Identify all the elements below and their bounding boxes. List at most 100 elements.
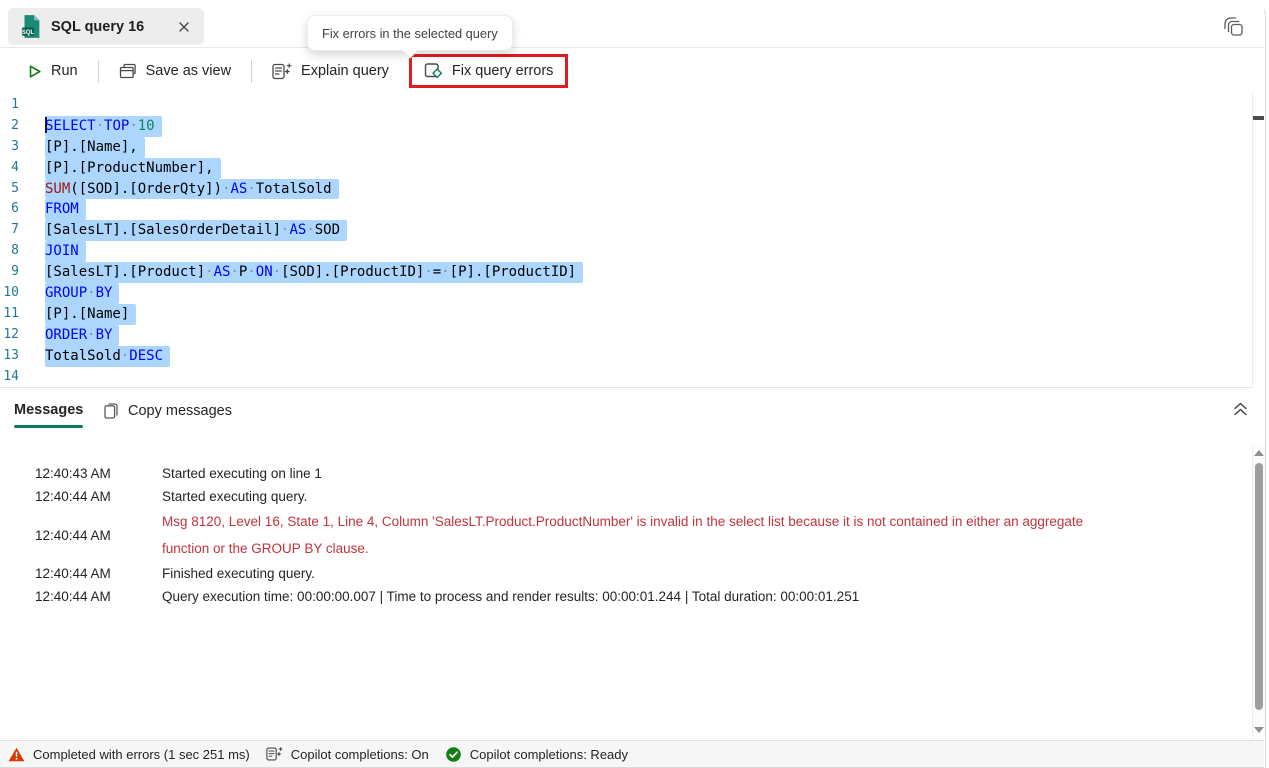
code-line-content[interactable]: [SalesLT].[SalesOrderDetail]·AS·SOD <box>45 220 348 242</box>
status-copilot-ready: Copilot completions: Ready <box>445 746 628 763</box>
message-timestamp: 12:40:44 AM <box>35 566 111 581</box>
code-line[interactable]: 12 ORDER·BY <box>0 324 1252 346</box>
line-number[interactable]: 5 <box>0 179 45 200</box>
save-as-view-label: Save as view <box>145 63 232 79</box>
code-line[interactable]: 9 [SalesLT].[Product]·AS·P·ON·[SOD].[Prod… <box>0 262 1252 284</box>
copilot-icon <box>266 746 283 762</box>
line-number[interactable]: 1 <box>0 95 45 116</box>
save-as-view-icon <box>119 63 137 79</box>
code-line[interactable]: 14 <box>0 367 1252 388</box>
code-line[interactable]: 5 SUM([SOD].[OrderQty])·AS·TotalSold <box>0 178 1252 200</box>
messages-list: 12:40:43 AM Started executing on line 1 12… <box>0 462 1240 608</box>
line-number[interactable]: 13 <box>0 346 45 367</box>
messages-panel: Messages Copy messages 12:40:43 AM Starte… <box>0 388 1265 740</box>
scroll-up-icon[interactable] <box>1254 450 1264 456</box>
message-text: Started executing query. <box>162 489 308 504</box>
message-timestamp: 12:40:44 AM <box>35 589 111 604</box>
tab-title: SQL query 16 <box>51 18 145 35</box>
message-row: 12:40:44 AM Finished executing query. <box>0 562 1240 585</box>
code-line[interactable]: 11 [P].[Name] <box>0 303 1252 325</box>
line-number[interactable]: 8 <box>0 241 45 262</box>
code-line[interactable]: 2 SELECT·TOP·10 <box>0 115 1252 137</box>
scroll-down-icon[interactable] <box>1254 727 1264 733</box>
tab-sql-query[interactable]: SQL SQL query 16 <box>8 8 205 45</box>
line-number[interactable]: 14 <box>0 367 45 388</box>
line-number[interactable]: 9 <box>0 262 45 283</box>
message-text: Query execution time: 00:00:00.007 | Tim… <box>162 589 860 604</box>
code-line[interactable]: 8 JOIN <box>0 241 1252 263</box>
warning-icon <box>8 747 25 762</box>
code-line[interactable]: 4 [P].[ProductNumber], <box>0 157 1252 179</box>
fix-query-errors-button[interactable]: Fix query errors <box>408 54 569 88</box>
message-text: Finished executing query. <box>162 566 315 581</box>
line-number[interactable]: 11 <box>0 304 45 325</box>
code-line-content[interactable]: [P].[Name], <box>45 136 145 158</box>
line-number[interactable]: 3 <box>0 137 45 158</box>
run-icon <box>27 64 42 79</box>
status-copilot-ready-label: Copilot completions: Ready <box>469 746 629 762</box>
message-row: 12:40:44 AM Msg 8120, Level 16, State 1, … <box>0 508 1240 562</box>
tooltip-text: Fix errors in the selected query <box>322 25 498 41</box>
tab-bar: SQL SQL query 16 <box>0 0 1264 48</box>
line-number[interactable]: 2 <box>0 116 45 137</box>
message-timestamp: 12:40:43 AM <box>35 466 111 481</box>
collapse-panel-icon[interactable] <box>1231 400 1250 417</box>
window-right-border <box>1265 20 1266 768</box>
line-number[interactable]: 12 <box>0 325 45 346</box>
code-line-content[interactable]: ORDER·BY <box>45 324 120 346</box>
svg-text:SQL: SQL <box>22 30 35 36</box>
code-line-content[interactable]: [SalesLT].[Product]·AS·P·ON·[SOD].[Produ… <box>45 262 584 284</box>
status-completed-label: Completed with errors (1 sec 251 ms) <box>33 746 250 762</box>
fix-query-errors-label: Fix query errors <box>451 63 554 79</box>
save-as-view-button[interactable]: Save as view <box>110 57 240 85</box>
message-text: Msg 8120, Level 16, State 1, Line 4, Col… <box>162 514 1084 556</box>
status-bar: Completed with errors (1 sec 251 ms) Cop… <box>0 740 1264 768</box>
code-line[interactable]: 13 TotalSold·DESC <box>0 345 1252 367</box>
message-row: 12:40:44 AM Started executing query. <box>0 485 1240 508</box>
toolbar: Run Save as view Explain query Fix query… <box>0 48 1252 94</box>
code-line-content[interactable]: TotalSold·DESC <box>45 345 171 367</box>
messages-scrollbar-thumb[interactable] <box>1255 463 1263 710</box>
line-number[interactable]: 7 <box>0 220 45 241</box>
overview-cursor-mark <box>1253 116 1264 120</box>
editor-scrollbar-track[interactable] <box>1252 92 1265 386</box>
tooltip: Fix errors in the selected query <box>307 15 513 59</box>
copy-stack-icon[interactable] <box>1222 15 1245 38</box>
message-timestamp: 12:40:44 AM <box>35 527 111 543</box>
ready-check-icon <box>445 746 462 763</box>
code-line[interactable]: 10 GROUP·BY <box>0 283 1252 304</box>
tab-messages[interactable]: Messages <box>14 402 84 428</box>
explain-query-button[interactable]: Explain query <box>263 57 398 86</box>
line-number[interactable]: 6 <box>0 199 45 220</box>
status-copilot-completions[interactable]: Copilot completions: On <box>266 746 429 762</box>
code-editor[interactable]: 1 2 SELECT·TOP·10 3 [P].[Name], 4 [P].[Product… <box>0 95 1252 388</box>
code-line-content[interactable]: JOIN <box>45 241 86 263</box>
copy-icon <box>103 401 120 420</box>
sql-query-editor-window: SQL SQL query 16 Fix errors in the selec… <box>0 0 1269 768</box>
copy-messages-label: Copy messages <box>128 402 232 419</box>
status-completed: Completed with errors (1 sec 251 ms) <box>8 747 250 762</box>
line-number[interactable]: 4 <box>0 158 45 179</box>
code-line-content[interactable]: [P].[Name] <box>45 303 137 325</box>
toolbar-divider <box>251 59 253 83</box>
messages-scrollbar-track[interactable] <box>1252 445 1265 738</box>
code-line[interactable]: 7 [SalesLT].[SalesOrderDetail]·AS·SOD <box>0 220 1252 242</box>
close-icon[interactable] <box>177 20 191 34</box>
fix-query-errors-icon <box>424 62 443 80</box>
code-line-content[interactable]: SELECT·TOP·10 <box>45 115 162 137</box>
code-line[interactable]: 1 <box>0 95 1252 116</box>
line-number[interactable]: 10 <box>0 283 45 304</box>
code-line-content[interactable]: FROM <box>45 199 86 221</box>
code-line[interactable]: 3 [P].[Name], <box>0 136 1252 158</box>
code-line[interactable]: 6 FROM <box>0 199 1252 221</box>
message-text: Started executing on line 1 <box>162 466 322 481</box>
sql-file-icon: SQL <box>21 14 42 39</box>
message-row: 12:40:43 AM Started executing on line 1 <box>0 462 1240 485</box>
code-line-content[interactable]: [P].[ProductNumber], <box>45 157 221 179</box>
explain-query-icon <box>272 62 292 80</box>
copy-messages-button[interactable]: Copy messages <box>103 401 232 420</box>
code-line-content[interactable]: SUM([SOD].[OrderQty])·AS·TotalSold <box>45 178 339 200</box>
run-label: Run <box>51 63 78 79</box>
run-button[interactable]: Run <box>18 57 87 85</box>
code-line-content[interactable]: GROUP·BY <box>45 283 120 304</box>
